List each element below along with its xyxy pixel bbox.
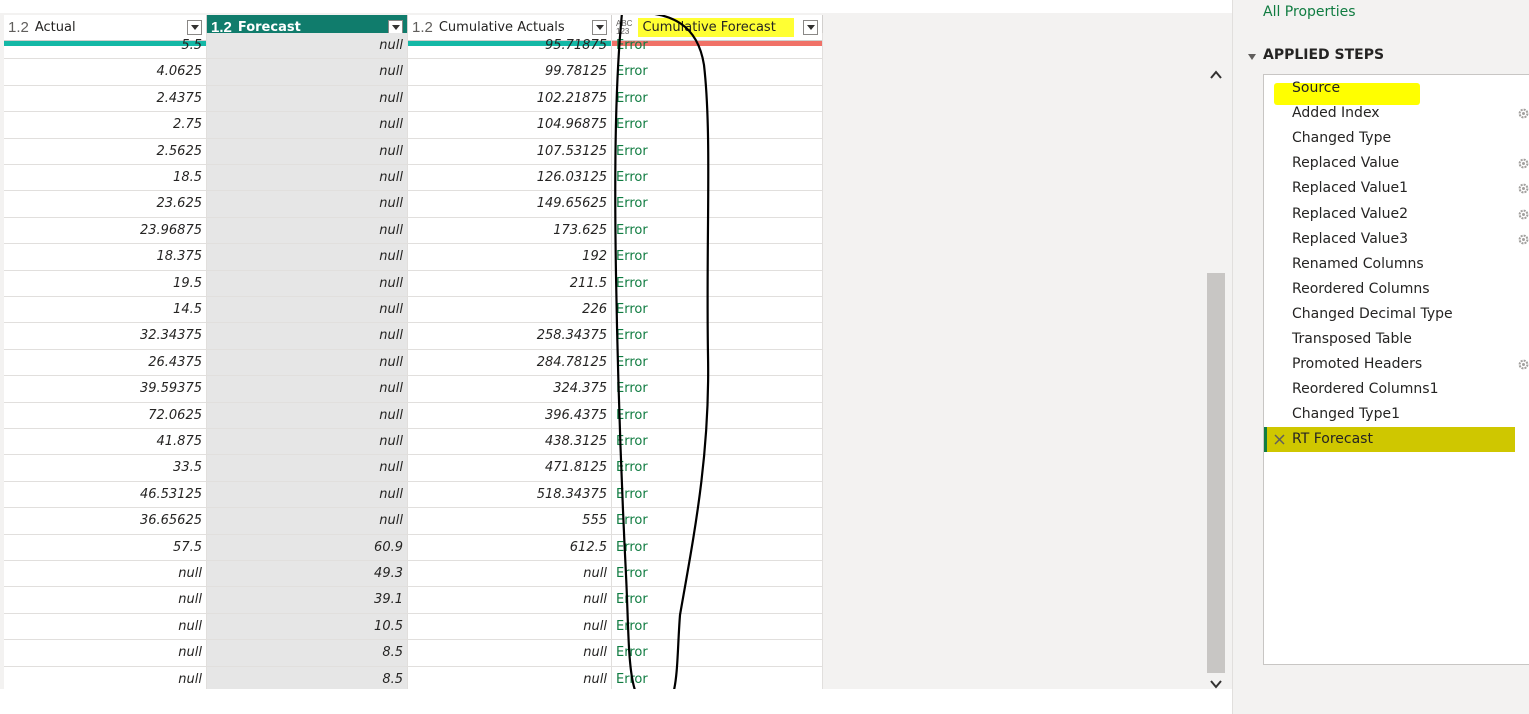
step-label: RT Forecast xyxy=(1292,431,1373,448)
gear-icon[interactable] xyxy=(1517,208,1529,221)
collapse-caret-icon[interactable] xyxy=(1248,54,1256,60)
step-label: Transposed Table xyxy=(1292,331,1412,347)
applied-step[interactable]: Reordered Columns1 xyxy=(1264,377,1529,402)
step-label: Changed Type1 xyxy=(1292,406,1401,423)
step-label: Changed Decimal Type xyxy=(1292,305,1453,322)
applied-step[interactable]: Renamed Columns xyxy=(1264,252,1529,277)
vertical-scrollbar[interactable] xyxy=(1206,68,1226,698)
data-grid: 1.2 Actual 1.2 Forecast 1.2 Cumulative A… xyxy=(4,15,823,689)
gear-icon[interactable] xyxy=(1517,182,1529,195)
chevron-down-icon[interactable] xyxy=(1209,677,1223,691)
applied-steps-list: Source Added Index Changed Type Replaced Va… xyxy=(1263,74,1529,665)
step-label: Changed Type xyxy=(1292,130,1392,147)
step-label: Added Index xyxy=(1292,105,1380,122)
applied-step[interactable]: Source xyxy=(1264,76,1529,101)
applied-step[interactable]: Replaced Value xyxy=(1264,151,1529,176)
chevron-up-icon[interactable] xyxy=(1209,68,1223,82)
applied-step[interactable]: Changed Decimal Type xyxy=(1264,302,1529,327)
step-label: Source xyxy=(1292,80,1341,96)
all-properties-link[interactable]: All Properties xyxy=(1263,4,1356,20)
query-settings-pane: All Properties APPLIED STEPS Source Added… xyxy=(1232,0,1529,714)
step-label: Replaced Value1 xyxy=(1292,180,1409,197)
applied-step[interactable]: Added Index xyxy=(1264,101,1529,126)
close-icon[interactable] xyxy=(1274,434,1285,445)
freehand-ellipse-annotation xyxy=(614,15,710,689)
step-label: Reordered Columns1 xyxy=(1292,381,1439,398)
applied-step[interactable]: Replaced Value1 xyxy=(1264,176,1529,201)
applied-step[interactable]: Replaced Value2 xyxy=(1264,202,1529,227)
gear-icon[interactable] xyxy=(1517,358,1529,371)
gear-icon[interactable] xyxy=(1517,233,1529,246)
step-label: Replaced Value3 xyxy=(1292,230,1409,247)
applied-step[interactable]: Changed Type1 xyxy=(1264,402,1529,427)
applied-steps-title: APPLIED STEPS xyxy=(1263,47,1385,63)
step-label: Promoted Headers xyxy=(1292,356,1423,373)
gear-icon[interactable] xyxy=(1517,107,1529,120)
query-grid-area: 1.2 Actual 1.2 Forecast 1.2 Cumulative A… xyxy=(0,13,1232,689)
applied-step[interactable]: RT Forecast xyxy=(1264,427,1515,453)
applied-step[interactable]: Replaced Value3 xyxy=(1264,227,1529,252)
step-label: Renamed Columns xyxy=(1292,255,1424,272)
applied-step[interactable]: Promoted Headers xyxy=(1264,352,1529,377)
step-label: Replaced Value2 xyxy=(1292,205,1409,222)
applied-step[interactable]: Reordered Columns xyxy=(1264,277,1529,302)
applied-step[interactable]: Changed Type xyxy=(1264,126,1529,151)
step-label: Replaced Value xyxy=(1292,155,1400,172)
gear-icon[interactable] xyxy=(1517,157,1529,170)
applied-step[interactable]: Transposed Table xyxy=(1264,327,1529,352)
step-label: Reordered Columns xyxy=(1292,280,1430,297)
scrollbar-thumb[interactable] xyxy=(1207,273,1225,673)
